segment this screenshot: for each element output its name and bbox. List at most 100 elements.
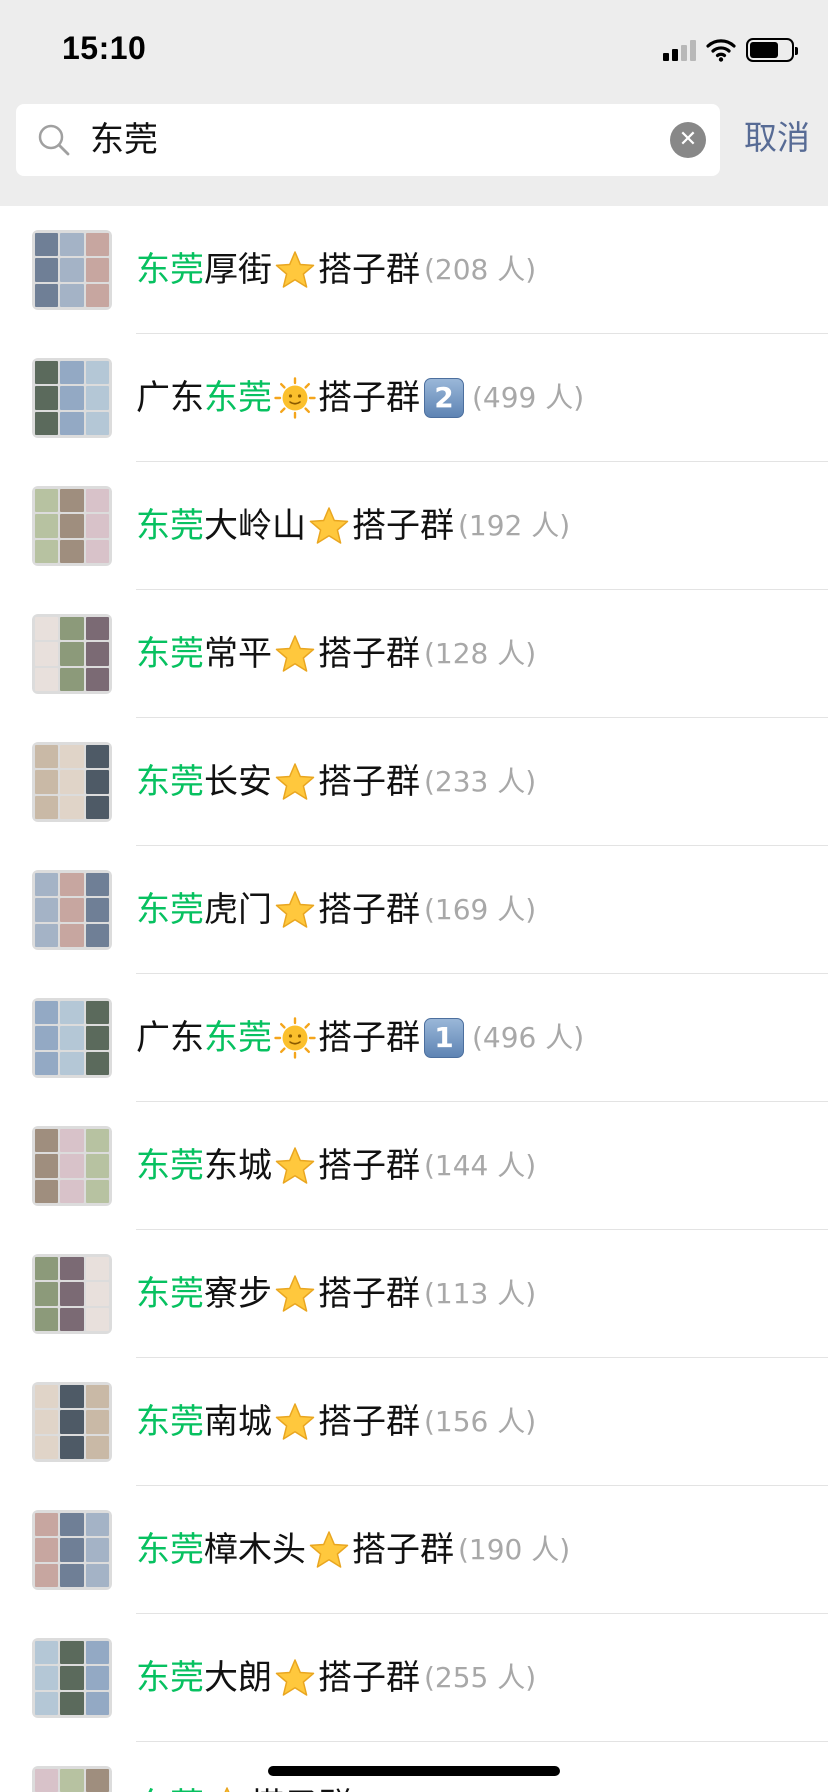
title-mid: 厚街 xyxy=(204,250,272,290)
group-result-row[interactable]: 东莞 长安 搭子群 (233 人) xyxy=(0,718,828,846)
clear-icon[interactable]: ✕ xyxy=(670,122,706,158)
title-suffix: 搭子群 xyxy=(318,1658,420,1698)
battery-icon xyxy=(746,38,798,62)
title-highlight: 东莞 xyxy=(136,1402,204,1442)
star-emoji-icon xyxy=(275,635,315,672)
group-result-row[interactable]: 东莞 常平 搭子群 (128 人) xyxy=(0,590,828,718)
title-mid: 樟木头 xyxy=(204,1530,306,1570)
group-title: 广东 东莞 搭子群 1 (496 人) xyxy=(136,1014,584,1062)
cellular-signal-icon xyxy=(663,39,696,61)
title-highlight: 东莞 xyxy=(136,506,204,546)
title-highlight: 东莞 xyxy=(136,1146,204,1186)
title-highlight: 东莞 xyxy=(136,890,204,930)
group-result-row[interactable]: 东莞 寮步 搭子群 (113 人) xyxy=(0,1230,828,1358)
group-avatar xyxy=(32,870,112,950)
group-avatar xyxy=(32,1638,112,1718)
title-mid: 虎门 xyxy=(204,890,272,930)
title-suffix: 搭子群 xyxy=(250,1782,352,1792)
title-suffix: 搭子群 xyxy=(318,1146,420,1186)
title-highlight: 东莞 xyxy=(136,1658,204,1698)
group-result-row[interactable]: 东莞 大朗 搭子群 (255 人) xyxy=(0,1614,828,1742)
group-title: 广东 东莞 搭子群 2 (499 人) xyxy=(136,374,584,422)
title-suffix: 搭子群 xyxy=(352,1530,454,1570)
star-emoji-icon xyxy=(275,891,315,928)
title-highlight: 东莞 xyxy=(136,634,204,674)
title-highlight: 东莞 xyxy=(204,1018,272,1058)
title-suffix: 搭子群 xyxy=(318,1018,420,1058)
search-input[interactable]: 东莞 ✕ xyxy=(16,104,720,176)
group-title: 东莞 大朗 搭子群 (255 人) xyxy=(136,1654,536,1702)
star-emoji-icon xyxy=(275,763,315,800)
cancel-button[interactable]: 取消 xyxy=(744,116,810,160)
group-title: 东莞 虎门 搭子群 (169 人) xyxy=(136,886,536,934)
title-mid: 长安 xyxy=(204,762,272,802)
title-mid: 南城 xyxy=(204,1402,272,1442)
status-time: 15:10 xyxy=(62,30,147,66)
title-mid: 大岭山 xyxy=(204,506,306,546)
group-title: 东莞 樟木头 搭子群 (190 人) xyxy=(136,1526,570,1574)
title-suffix: 搭子群 xyxy=(318,1274,420,1314)
group-result-row[interactable]: 东莞 厚街 搭子群 (208 人) xyxy=(0,206,828,334)
number-emoji-icon: 2 xyxy=(424,378,464,418)
star-emoji-icon xyxy=(275,1147,315,1184)
wifi-icon xyxy=(706,39,736,62)
star-emoji-icon xyxy=(224,1787,230,1792)
group-result-row[interactable]: 东莞 南城 搭子群 (156 人) xyxy=(0,1358,828,1486)
title-suffix: 搭子群 xyxy=(318,378,420,418)
result-list: 东莞 厚街 搭子群 (208 人) 广东 东莞 搭子群 2 (499 人) 东莞 大岭山 搭子群 (19… xyxy=(0,206,828,1792)
star-emoji-icon xyxy=(275,1659,315,1696)
group-result-row[interactable]: 广东 东莞 搭子群 2 (499 人) xyxy=(0,334,828,462)
number-emoji-icon: 1 xyxy=(424,1018,464,1058)
group-result-row[interactable]: 广东 东莞 搭子群 1 (496 人) xyxy=(0,974,828,1102)
sun-face-emoji-icon xyxy=(274,1017,316,1059)
group-avatar xyxy=(32,742,112,822)
member-count: (128 人) xyxy=(424,637,537,670)
star-emoji-icon xyxy=(309,507,349,544)
group-result-row[interactable]: 东莞 虎门 搭子群 (169 人) xyxy=(0,846,828,974)
title-suffix: 搭子群 xyxy=(318,1402,420,1442)
member-count: (208 人) xyxy=(424,253,537,286)
group-avatar xyxy=(32,1510,112,1590)
group-avatar xyxy=(32,1254,112,1334)
star-emoji-icon xyxy=(275,251,315,288)
group-title: 东莞 长安 搭子群 (233 人) xyxy=(136,758,536,806)
search-icon xyxy=(38,124,70,156)
group-title: 东莞 常平 搭子群 (128 人) xyxy=(136,630,536,678)
group-avatar xyxy=(32,998,112,1078)
title-highlight: 东莞 xyxy=(136,1530,204,1570)
title-highlight: 东莞 xyxy=(136,1782,204,1792)
star-emoji-icon xyxy=(309,1531,349,1568)
group-avatar xyxy=(32,1766,112,1792)
screen: 15:10 东莞 ✕ 取消 东莞 厚街 搭子群 (208 人) 广东 东莞 搭子… xyxy=(0,0,828,1792)
member-count: (233 人) xyxy=(424,765,537,798)
title-suffix: 搭子群 xyxy=(318,890,420,930)
title-highlight: 东莞 xyxy=(136,762,204,802)
member-count: (113 人) xyxy=(424,1277,537,1310)
status-bar: 15:10 xyxy=(0,0,828,100)
group-avatar xyxy=(32,230,112,310)
status-icons xyxy=(663,36,798,64)
member-count: (499 人) xyxy=(472,381,585,414)
home-indicator[interactable] xyxy=(268,1766,560,1776)
title-mid: 东城 xyxy=(204,1146,272,1186)
sun-face-emoji-icon xyxy=(274,377,316,419)
title-prefix: 广东 xyxy=(136,1018,204,1058)
group-avatar xyxy=(32,614,112,694)
title-mid: 大朗 xyxy=(204,1658,272,1698)
group-title: 东莞 大岭山 搭子群 (192 人) xyxy=(136,502,570,550)
group-result-row[interactable]: 东莞 东城 搭子群 (144 人) xyxy=(0,1102,828,1230)
group-title: 东莞 东城 搭子群 (144 人) xyxy=(136,1142,536,1190)
group-result-row[interactable]: 东莞 樟木头 搭子群 (190 人) xyxy=(0,1486,828,1614)
group-avatar xyxy=(32,486,112,566)
title-mid: 常平 xyxy=(204,634,272,674)
title-highlight: 东莞 xyxy=(204,378,272,418)
member-count: (169 人) xyxy=(424,893,537,926)
group-result-row[interactable]: 东莞 大岭山 搭子群 (192 人) xyxy=(0,462,828,590)
group-title: 东莞 厚街 搭子群 (208 人) xyxy=(136,246,536,294)
search-query[interactable]: 东莞 xyxy=(90,120,158,160)
title-suffix: 搭子群 xyxy=(318,250,420,290)
member-count: (496 人) xyxy=(472,1021,585,1054)
group-avatar xyxy=(32,1126,112,1206)
member-count: (190 人) xyxy=(458,1533,571,1566)
member-count: (255 人) xyxy=(424,1661,537,1694)
